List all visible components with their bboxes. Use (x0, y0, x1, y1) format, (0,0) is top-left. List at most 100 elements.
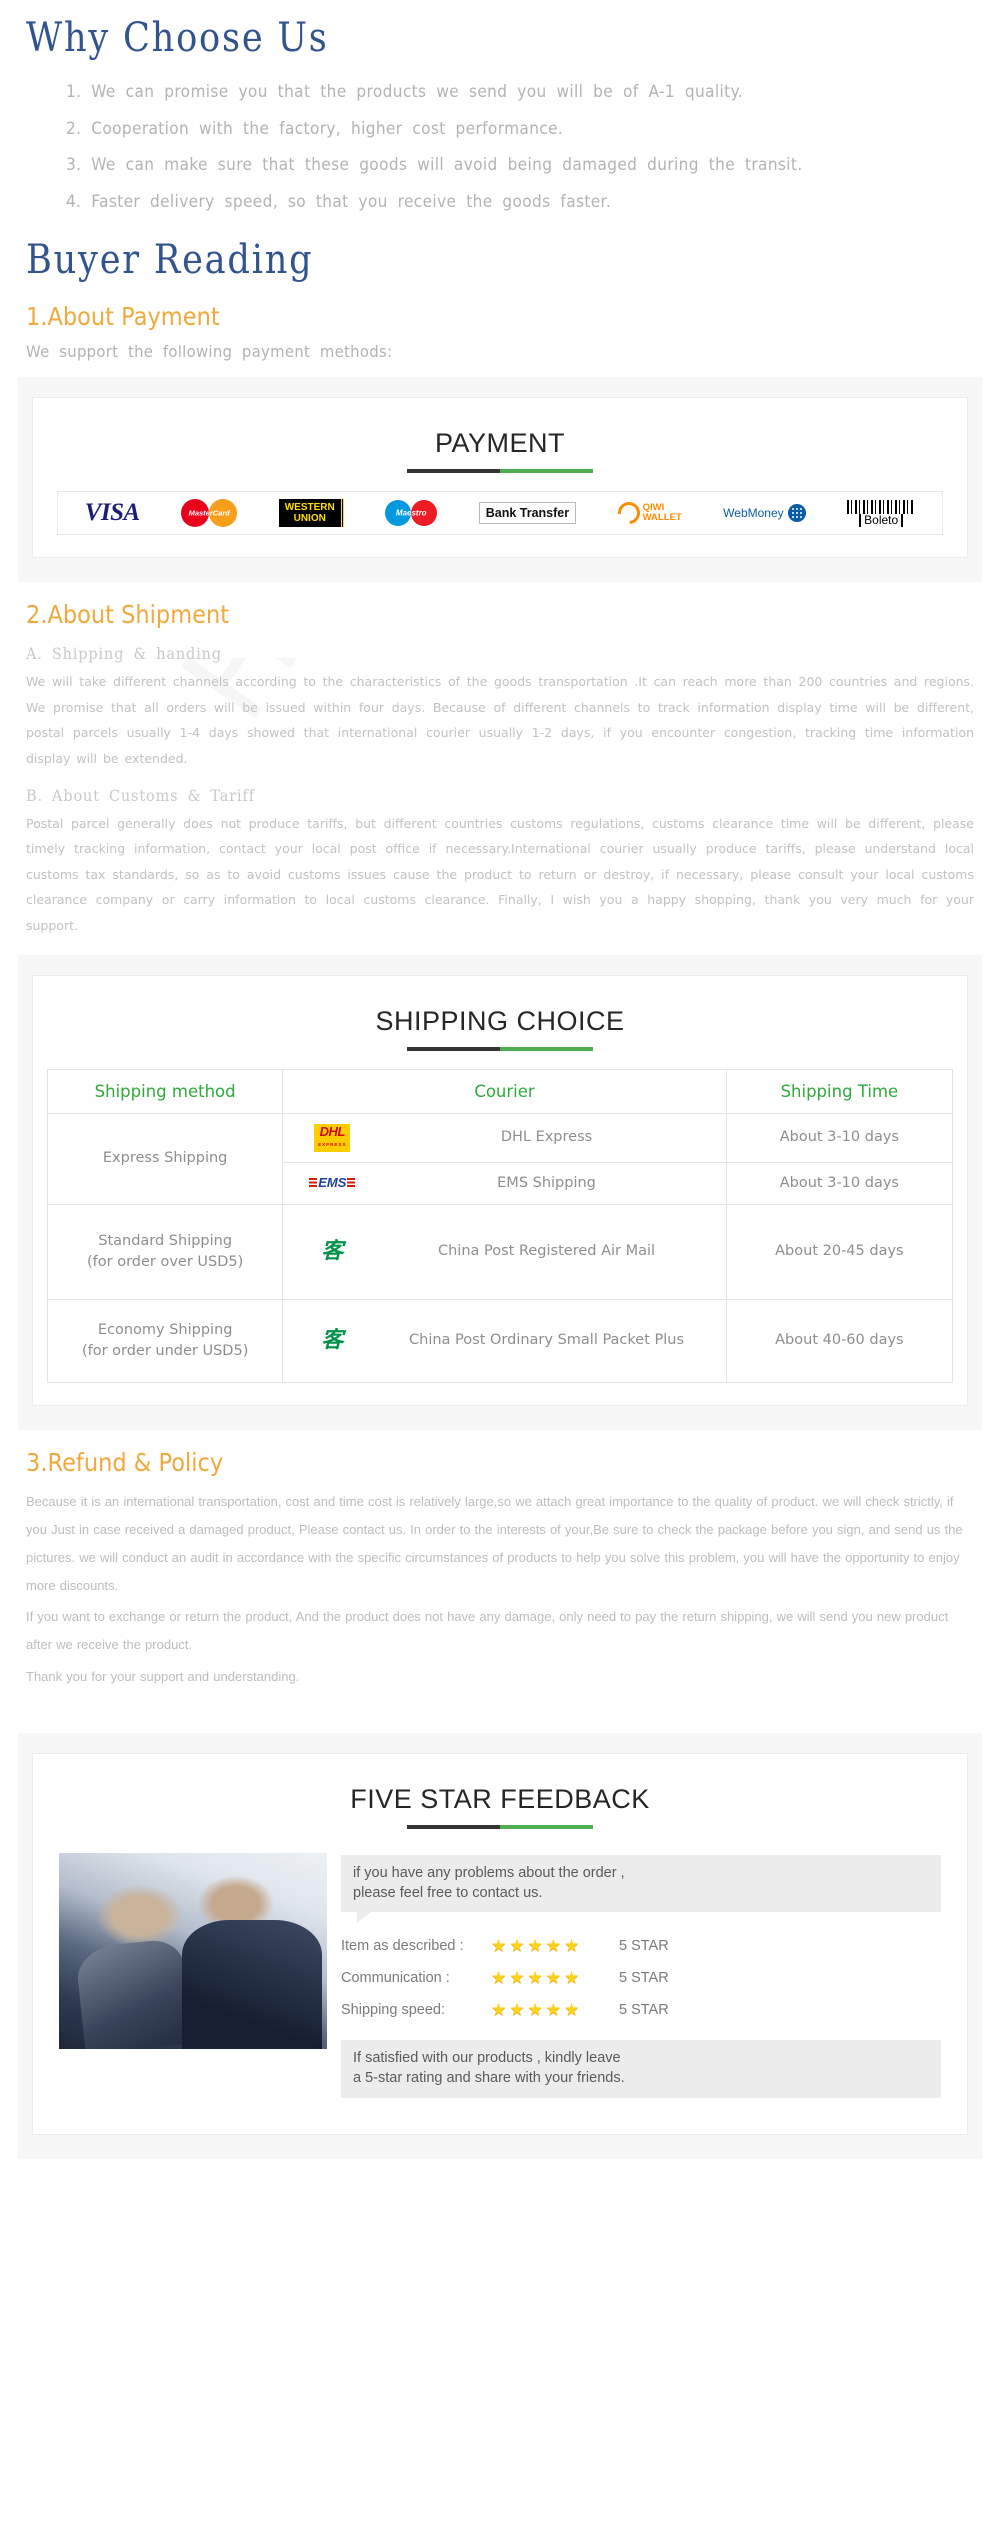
payment-card: PAYMENT VISA MasterCard WESTERN UNION Ma… (32, 397, 968, 558)
businessmen-photo (59, 1853, 327, 2050)
china-post-logo: 客 (293, 1238, 371, 1264)
rating-row-shipping-speed: Shipping speed: ★★★★★ 5 STAR (341, 2000, 941, 2020)
cell-shipping-method: Standard Shipping (for order over USD5) (46, 1203, 284, 1300)
method-subtitle: (for order under USD5) (81, 1342, 249, 1359)
cell-shipping-time: About 3-10 days (725, 1112, 954, 1163)
qiwi-ring-icon (613, 497, 645, 529)
webmoney-text: WebMoney (723, 506, 784, 520)
customs-tariff-subheading: B. About Customs & Tariff (26, 785, 255, 805)
feedback-banner-title: FIVE STAR FEEDBACK (350, 1784, 650, 1815)
payment-card-wrapper: PAYMENT VISA MasterCard WESTERN UNION Ma… (18, 377, 982, 582)
leave-rating-bubble: If satisfied with our products , kindly … (341, 2040, 941, 2098)
ems-logo-text: EMS (309, 1176, 356, 1190)
rule-green-segment (500, 1825, 593, 1830)
bank-transfer-text: Bank Transfer (478, 502, 577, 524)
rating-value: 5 STAR (619, 1938, 669, 1955)
courier-name: EMS Shipping (497, 1174, 596, 1191)
western-union-line1: WESTERN (284, 502, 335, 513)
rating-value: 5 STAR (619, 2002, 669, 2019)
shipping-handling-paragraph: We will take different channels accordin… (26, 674, 974, 766)
refund-paragraph-1: Because it is an international transport… (26, 1493, 963, 1593)
rule-dark-segment (407, 1046, 500, 1051)
about-shipment-heading: 2.About Shipment (26, 600, 230, 629)
qiwi-line2: WALLET (642, 512, 682, 523)
table-header-row: Shipping method Courier Shipping Time (46, 1068, 954, 1114)
courier-name: China Post Registered Air Mail (437, 1243, 656, 1260)
rule-dark-segment (407, 1825, 500, 1830)
shipping-choice-card: SHIPPING CHOICE Shipping method Courier … (32, 974, 968, 1406)
why-choose-us-heading: Why Choose Us (26, 15, 329, 61)
qiwi-wallet-logo: QIWI WALLET (613, 497, 682, 529)
visa-logo-text: VISA (84, 499, 140, 526)
buyer-reading-heading: Buyer Reading (26, 237, 314, 283)
refund-paragraph-3: Thank you for your support and understan… (26, 1669, 300, 1685)
rating-row-item-as-described: Item as described : ★★★★★ 5 STAR (341, 1936, 941, 1956)
shipping-choice-table: Shipping method Courier Shipping Time Ex… (46, 1068, 954, 1383)
mastercard-logo-text: MasterCard (188, 508, 230, 518)
rule-dark-segment (407, 469, 500, 473)
method-title: Standard Shipping (98, 1232, 233, 1249)
payment-lead-text: We support the following payment methods… (26, 342, 393, 361)
method-title: Economy Shipping (97, 1321, 233, 1338)
shipping-handling-subheading: A. Shipping & handing (26, 644, 222, 663)
column-header-courier: Courier (282, 1068, 727, 1114)
refund-policy-heading: 3.Refund & Policy (26, 1447, 224, 1477)
webmoney-logo: WebMoney (723, 500, 806, 526)
cell-shipping-time: About 3-10 days (725, 1161, 954, 1205)
maestro-logo-text: Maestro (395, 508, 427, 518)
feedback-card: FIVE STAR FEEDBACK if you have any probl… (32, 1753, 968, 2135)
about-payment-heading: 1.About Payment (26, 302, 220, 331)
rule-green-segment (500, 1046, 593, 1051)
cell-shipping-time: About 20-45 days (725, 1203, 954, 1300)
why-choose-us-list: 1. We can promise you that the products … (26, 82, 982, 211)
table-row: Express Shipping DHL EXPRESS DHL Express… (46, 1112, 954, 1205)
courier-name: DHL Express (500, 1129, 593, 1146)
dhl-logo: DHL EXPRESS (293, 1123, 371, 1152)
cell-courier: 客 China Post Registered Air Mail (282, 1203, 727, 1300)
boleto-logo: Boleto (847, 499, 916, 527)
rating-value: 5 STAR (619, 1970, 669, 1987)
mastercard-logo: MasterCard (181, 499, 238, 527)
refund-paragraph-2: If you want to exchange or return the pr… (26, 1609, 949, 1653)
cell-shipping-method: Express Shipping (46, 1112, 284, 1205)
dhl-logo-text: DHL (319, 1123, 346, 1139)
customs-tariff-paragraph: Postal parcel generally does not produce… (26, 815, 974, 934)
list-item: 1. We can promise you that the products … (66, 82, 744, 101)
five-star-icon: ★★★★★ (491, 1936, 583, 1956)
china-post-glyph: 客 (321, 1238, 344, 1264)
rating-row-communication: Communication : ★★★★★ 5 STAR (341, 1968, 941, 1988)
maestro-logo: Maestro (385, 500, 438, 526)
bank-transfer-logo: Bank Transfer (478, 500, 577, 526)
western-union-logo: WESTERN UNION (278, 499, 344, 527)
method-subtitle: (for order over USD5) (87, 1253, 244, 1270)
shipping-divider-rule (407, 1046, 593, 1051)
list-item: 4. Faster delivery speed, so that you re… (66, 191, 612, 211)
cell-courier: EMS EMS Shipping (282, 1161, 727, 1205)
shipping-choice-banner-title: SHIPPING CHOICE (375, 1005, 625, 1036)
ems-logo: EMS (293, 1176, 371, 1190)
rule-green-segment (500, 469, 593, 473)
barcode-icon (847, 499, 916, 514)
five-star-icon: ★★★★★ (491, 2000, 583, 2020)
table-row: Economy Shipping (for order under USD5) … (46, 1298, 954, 1383)
payment-logo-strip: VISA MasterCard WESTERN UNION Maestro Ba… (57, 491, 943, 535)
feedback-card-wrapper: FIVE STAR FEEDBACK if you have any probl… (18, 1733, 982, 2159)
rating-label: Shipping speed: (341, 2002, 445, 2019)
shipping-choice-card-wrapper: SHIPPING CHOICE Shipping method Courier … (18, 954, 982, 1430)
courier-name: China Post Ordinary Small Packet Plus (409, 1332, 685, 1349)
column-header-shipping-method: Shipping method (46, 1068, 284, 1114)
feedback-right-column: if you have any problems about the order… (341, 1853, 941, 2098)
cell-courier: DHL EXPRESS DHL Express (282, 1112, 727, 1163)
column-header-shipping-time: Shipping Time (725, 1068, 954, 1114)
rating-label: Item as described : (341, 1938, 464, 1955)
visa-logo: VISA (84, 499, 140, 526)
boleto-text: Boleto (859, 513, 904, 527)
list-item: 3. We can make sure that these goods wil… (66, 155, 803, 174)
webmoney-globe-icon (787, 504, 806, 522)
contact-us-bubble: if you have any problems about the order… (341, 1855, 941, 1924)
payment-banner-title: PAYMENT (434, 428, 565, 458)
dhl-logo-subtext: EXPRESS (318, 1141, 347, 1147)
payment-divider-rule (407, 469, 593, 473)
ratings-list: Item as described : ★★★★★ 5 STAR Communi… (341, 1936, 941, 2020)
western-union-line2: UNION (293, 513, 326, 524)
